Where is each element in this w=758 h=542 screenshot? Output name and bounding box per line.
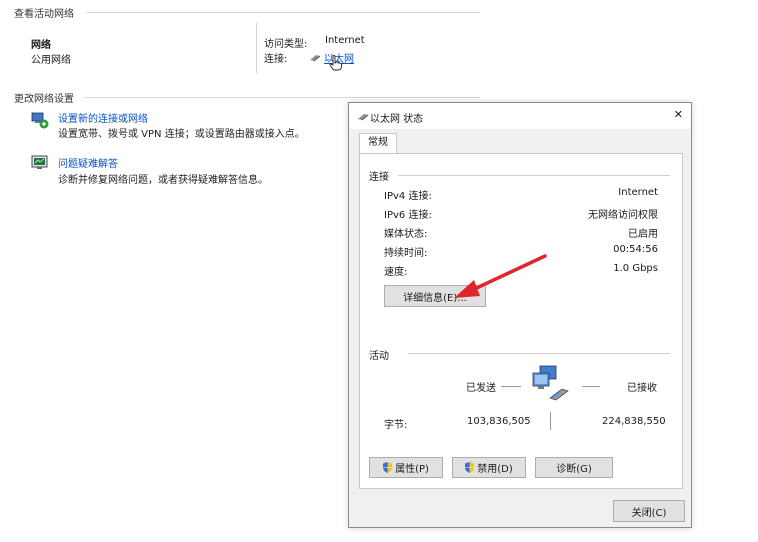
access-type-value: Internet: [325, 35, 365, 46]
disable-button[interactable]: 禁用(D): [452, 457, 526, 478]
sent-label: 已发送: [466, 383, 496, 394]
setup-connection-link[interactable]: 设置新的连接或网络: [58, 110, 148, 125]
dialog-title: 以太网 状态: [370, 114, 424, 125]
sent-line: [501, 386, 521, 387]
received-line: [582, 386, 600, 387]
active-networks-title: 查看活动网络: [14, 9, 74, 20]
annotation-arrow-icon: [454, 254, 547, 298]
diagnose-button[interactable]: 诊断(G): [535, 457, 613, 478]
properties-button[interactable]: 属性(P): [369, 457, 443, 478]
hand-cursor-icon: [329, 55, 342, 71]
properties-button-label: 属性(P): [395, 464, 429, 475]
tab-general[interactable]: 常规: [359, 133, 397, 153]
bytes-label: 字节:: [384, 420, 408, 431]
bytes-received-value: 224,838,550: [602, 416, 666, 427]
received-label: 已接收: [627, 383, 657, 394]
dialog-titlebar[interactable]: 以太网 状态 ✕: [349, 103, 691, 129]
uac-shield-icon: [465, 462, 475, 473]
bytes-divider: [550, 412, 551, 430]
uac-shield-icon: [383, 462, 393, 473]
duration-value: 00:54:56: [613, 244, 658, 255]
close-icon[interactable]: ✕: [674, 108, 683, 121]
ethernet-icon: [310, 54, 321, 61]
media-state-value: 已启用: [628, 229, 658, 240]
connection-group-label: 连接: [369, 172, 389, 183]
column-divider: [256, 23, 257, 73]
duration-label: 持续时间:: [384, 248, 428, 259]
ethernet-icon: [358, 114, 369, 121]
group-divider: [398, 175, 670, 176]
section-divider: [84, 97, 480, 98]
media-state-label: 媒体状态:: [384, 229, 428, 240]
general-tab-panel: 连接 IPv4 连接: Internet IPv6 连接: 无网络访问权限 媒体…: [359, 153, 683, 489]
ipv4-label: IPv4 连接:: [384, 191, 432, 202]
troubleshoot-desc: 诊断并修复网络问题，或者获得疑难解答信息。: [58, 175, 268, 186]
network-name: 网络: [31, 40, 51, 51]
network-activity-icon: [532, 365, 569, 401]
activity-group-label: 活动: [369, 351, 389, 362]
troubleshoot-link[interactable]: 问题疑难解答: [58, 155, 118, 170]
network-setup-icon: [31, 112, 49, 129]
connection-label: 连接:: [264, 54, 288, 65]
section-divider: [86, 12, 480, 13]
ipv6-value: 无网络访问权限: [588, 210, 658, 221]
setup-connection-desc: 设置宽带、拨号或 VPN 连接；或设置路由器或接入点。: [58, 129, 305, 140]
network-type: 公用网络: [31, 55, 71, 66]
ipv4-value: Internet: [618, 187, 658, 198]
ethernet-status-dialog: 以太网 状态 ✕ 常规 连接 IPv4 连接: Internet IPv6 连接…: [348, 102, 692, 528]
close-button[interactable]: 关闭(C): [613, 500, 685, 522]
bytes-sent-value: 103,836,505: [467, 416, 531, 427]
group-divider: [408, 353, 670, 354]
speed-label: 速度:: [384, 267, 408, 278]
speed-value: 1.0 Gbps: [613, 263, 658, 274]
disable-button-label: 禁用(D): [477, 464, 513, 475]
ipv6-label: IPv6 连接:: [384, 210, 432, 221]
access-type-label: 访问类型:: [264, 39, 308, 50]
change-settings-title: 更改网络设置: [14, 94, 74, 105]
troubleshoot-icon: [31, 155, 48, 169]
